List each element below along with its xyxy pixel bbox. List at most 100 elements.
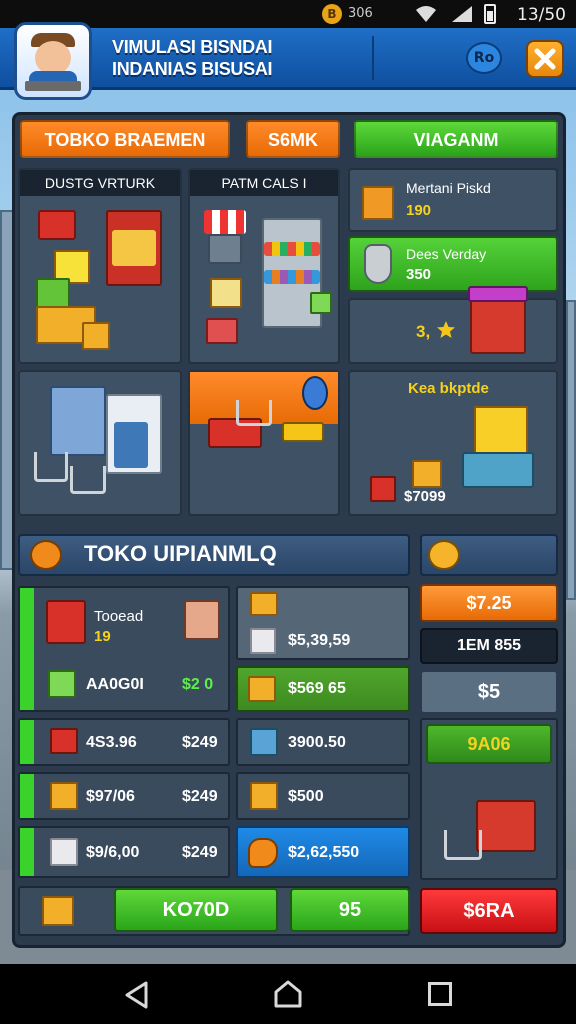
box-icon <box>412 460 442 488</box>
box-icon <box>82 322 110 350</box>
gear-icon <box>428 540 460 570</box>
box-icon <box>250 628 276 654</box>
box-icon <box>250 728 278 756</box>
section-title: TOKO UIPIANMLQ <box>84 541 277 566</box>
list-item-featured[interactable]: Tooead 19 AA0G0I $2 0 <box>18 586 230 712</box>
tab-travel[interactable]: VIAGANM <box>354 120 558 158</box>
right-panel: 9A06 <box>420 718 558 880</box>
clock-icon <box>30 540 62 570</box>
box-icon <box>36 278 70 308</box>
product-icon <box>362 186 394 220</box>
app-header: VIMULASI BISNDAI INDANIAS BISUSAI Ro <box>0 22 576 100</box>
box-icon <box>50 782 78 810</box>
title-line-2: INDANIAS BISUSAI <box>112 59 273 79</box>
stat-value: $5 <box>420 670 558 714</box>
shelf-icon <box>38 210 76 240</box>
box-icon <box>42 896 74 926</box>
stall-roof <box>468 286 528 302</box>
mid-item[interactable]: $500 <box>236 772 410 820</box>
tab-shop[interactable]: TOBKO BRAEMEN <box>20 120 230 158</box>
shop-card-label: DUSTG VRTURK <box>20 170 180 196</box>
offer-card-2[interactable]: Dees Verday 350 <box>348 236 558 292</box>
player-avatar[interactable] <box>14 22 92 100</box>
door-icon <box>114 422 148 468</box>
cart-icon <box>236 400 272 426</box>
name-plate <box>25 81 81 91</box>
stall-icon <box>476 800 536 852</box>
shop-card-2[interactable]: PATM CALS I <box>188 168 340 364</box>
box-icon <box>248 676 276 702</box>
package-card[interactable]: Kea bkptde $7099 <box>348 370 558 516</box>
cart-card[interactable] <box>188 370 340 516</box>
box-icon <box>210 278 242 308</box>
kiosk-icon <box>208 234 242 264</box>
mid-item-selected[interactable]: $2,62,550 <box>236 826 410 878</box>
header-badge[interactable]: Ro <box>466 42 502 74</box>
stall-goods <box>112 230 156 266</box>
offer-name: Mertani Piskd <box>406 180 491 196</box>
status-clock: 13/50 <box>517 5 566 25</box>
list-item[interactable]: $9/6,00 $249 <box>18 826 230 878</box>
list-item[interactable]: $97/06 $249 <box>18 772 230 820</box>
coin-icon: B <box>322 4 342 24</box>
mid-item-highlight[interactable]: $569 65 <box>236 666 410 712</box>
awning-icon <box>204 210 246 234</box>
status-bar <box>20 828 34 876</box>
offer-card-1[interactable]: Mertani Piskd 190 <box>348 168 558 232</box>
box-icon <box>206 318 238 344</box>
sign-icon <box>302 376 328 410</box>
building-card[interactable] <box>18 370 182 516</box>
wifi-icon <box>416 6 436 22</box>
app-title: VIMULASI BISNDAI INDANIAS BISUSAI <box>112 36 273 80</box>
mid-item[interactable]: 3900.50 <box>236 718 410 766</box>
box-icon <box>474 406 528 456</box>
building <box>566 300 576 600</box>
value-button[interactable]: 9A06 <box>426 724 552 764</box>
item-qty: 19 <box>94 628 111 645</box>
mid-item-value: 3900.50 <box>288 734 346 751</box>
box-icon <box>50 728 78 754</box>
box-icon <box>48 670 76 698</box>
battery-icon <box>484 4 496 24</box>
scale-icon <box>282 422 324 442</box>
mid-item-value: $500 <box>288 788 324 805</box>
face-icon <box>35 41 71 75</box>
lamp-icon <box>364 244 392 284</box>
quantity-button[interactable]: 95 <box>290 888 410 932</box>
title-line-1: VIMULASI BISNDAI <box>112 37 273 57</box>
item-name: Tooead <box>94 608 144 625</box>
item-code: AA0G0I <box>86 676 144 693</box>
kiosk-icon <box>184 600 220 640</box>
box-icon <box>370 476 396 502</box>
stall-offer-price: 3, <box>416 322 431 341</box>
status-bar <box>20 588 34 710</box>
item-right-value: $249 <box>182 844 218 861</box>
hand-icon <box>248 838 278 868</box>
shop-card-1[interactable]: DUSTG VRTURK <box>18 168 182 364</box>
shop-card-label: PATM CALS I <box>190 170 338 196</box>
list-item[interactable]: 4S3.96 $249 <box>18 718 230 766</box>
item-price: $2 0 <box>182 676 214 693</box>
star-icon <box>437 321 455 338</box>
cart-icon <box>444 830 482 860</box>
home-icon[interactable] <box>272 978 304 1010</box>
mid-item[interactable]: $5,39,59 <box>236 586 410 660</box>
stall-offer-card[interactable]: 3, <box>348 286 558 364</box>
item-right-value: $249 <box>182 734 218 751</box>
back-icon[interactable] <box>122 980 152 1010</box>
price-button[interactable]: $7.25 <box>420 584 558 622</box>
item-right-value: $249 <box>182 788 218 805</box>
close-button[interactable] <box>526 40 564 78</box>
recent-apps-icon[interactable] <box>428 982 452 1006</box>
item-left-value: 4S3.96 <box>86 734 137 751</box>
tab-stock[interactable]: S6MK <box>246 120 340 158</box>
shelf-goods <box>264 242 320 256</box>
building-icon <box>50 386 106 456</box>
sell-button[interactable]: $6RA <box>420 888 558 934</box>
box-icon <box>310 292 332 314</box>
cart-icon <box>34 452 68 482</box>
package-price: $7099 <box>404 488 446 505</box>
confirm-button[interactable]: KO70D <box>114 888 278 932</box>
header-divider <box>372 36 374 80</box>
stall-icon <box>46 600 86 644</box>
